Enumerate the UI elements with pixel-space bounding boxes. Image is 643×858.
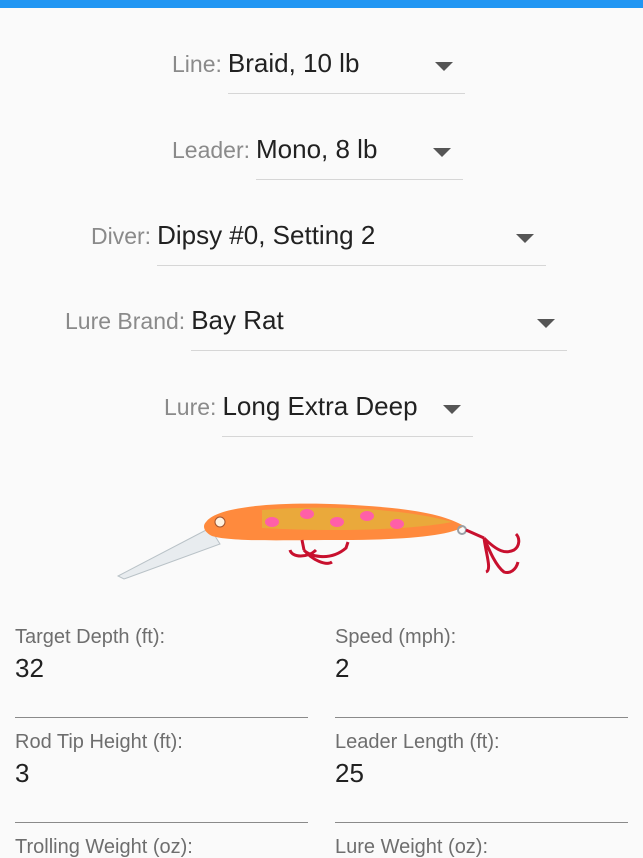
lure-spot [390, 519, 404, 529]
tail-hook [465, 528, 521, 574]
caret-down-icon [443, 405, 462, 414]
lure-spot [360, 511, 374, 521]
target-depth-field[interactable]: Target Depth (ft): 32 [15, 626, 308, 718]
line-dropdown[interactable]: Braid, 10 lb [227, 38, 465, 94]
leader-dropdown-row: Leader: Mono, 8 lb [172, 124, 464, 180]
rod-tip-height-label: Rod Tip Height (ft): [15, 731, 183, 753]
rod-tip-height-field[interactable]: Rod Tip Height (ft): 3 [15, 731, 308, 823]
trolling-weight-label: Trolling Weight (oz): [15, 836, 193, 858]
lure-dropdown-row: Lure: Long Extra Deep [164, 381, 474, 437]
caret-down-icon [516, 234, 535, 243]
trolling-weight-field[interactable]: Trolling Weight (oz): [15, 836, 308, 858]
lure-brand-value: Bay Rat [191, 305, 284, 335]
speed-label: Speed (mph): [335, 626, 457, 648]
diver-value: Dipsy #0, Setting 2 [157, 220, 376, 250]
lure-brand-dropdown[interactable]: Bay Rat [191, 295, 568, 351]
line-label: Line: [172, 51, 222, 77]
speed-value: 2 [335, 653, 350, 683]
lure-spot [300, 509, 314, 519]
lure-weight-label: Lure Weight (oz): [335, 836, 489, 858]
leader-dropdown[interactable]: Mono, 8 lb [256, 124, 464, 180]
leader-length-field[interactable]: Leader Length (ft): 25 [335, 731, 628, 823]
leader-length-label: Leader Length (ft): [335, 731, 500, 753]
lure-dropdown[interactable]: Long Extra Deep [222, 381, 474, 437]
target-depth-label: Target Depth (ft): [15, 626, 166, 648]
caret-down-icon [433, 148, 452, 157]
caret-down-icon [434, 62, 453, 71]
line-value: Braid, 10 lb [227, 48, 360, 78]
top-accent-bar [0, 0, 643, 8]
diver-dropdown[interactable]: Dipsy #0, Setting 2 [157, 210, 547, 266]
diver-dropdown-row: Diver: Dipsy #0, Setting 2 [91, 210, 547, 266]
target-depth-value: 32 [15, 653, 44, 683]
lure-lip [116, 527, 221, 580]
leader-length-value: 25 [335, 758, 364, 788]
crankbait-lure-image [116, 503, 521, 580]
lure-spot [265, 517, 279, 527]
belly-hook [288, 539, 350, 565]
caret-down-icon [537, 319, 556, 328]
lure-brand-dropdown-row: Lure Brand: Bay Rat [65, 295, 568, 351]
diver-label: Diver: [91, 223, 152, 249]
lure-eye [214, 516, 226, 528]
leader-value: Mono, 8 lb [256, 134, 378, 164]
leader-label: Leader: [172, 137, 251, 163]
lure-label: Lure: [164, 394, 217, 420]
lure-spot [330, 517, 344, 527]
lure-weight-field[interactable]: Lure Weight (oz): [335, 836, 628, 858]
line-dropdown-row: Line: Braid, 10 lb [172, 38, 465, 94]
speed-field[interactable]: Speed (mph): 2 [335, 626, 628, 718]
lure-value: Long Extra Deep [222, 391, 418, 421]
lure-brand-label: Lure Brand: [65, 308, 186, 334]
rod-tip-height-value: 3 [15, 758, 30, 788]
